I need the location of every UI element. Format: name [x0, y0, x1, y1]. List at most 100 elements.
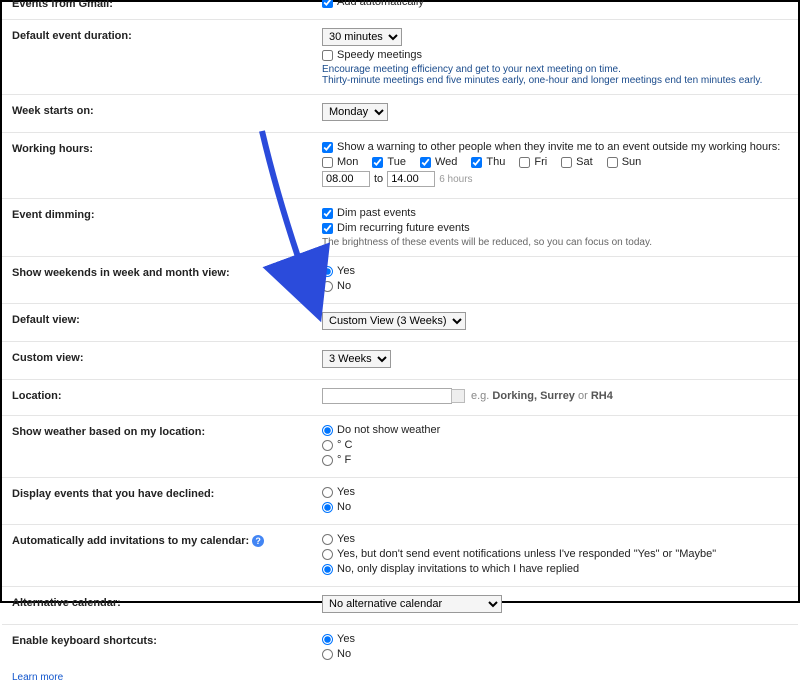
row-week-starts: Week starts on: Monday: [2, 95, 798, 133]
row-default-view: Default view: Custom View (3 Weeks): [2, 304, 798, 342]
note-speedy2: Thirty-minute meetings end five minutes …: [322, 75, 788, 86]
txt-day-tue: Tue: [387, 156, 406, 168]
txt-invite-yes-no-notif: Yes, but don't send event notifications …: [337, 548, 716, 560]
day-checkbox-fri: Fri: [519, 156, 547, 168]
radio-declined-yes[interactable]: [322, 487, 333, 498]
txt-weather-c: ° C: [337, 439, 352, 451]
row-custom-view: Custom view: 3 Weeks: [2, 342, 798, 380]
checkbox-day-fri[interactable]: [519, 157, 530, 168]
label-week-starts: Week starts on:: [12, 103, 322, 117]
label-shortcuts: Enable keyboard shortcuts:: [12, 633, 322, 647]
row-events-gmail: Events from Gmail: Add automatically: [2, 0, 798, 20]
row-working-hours: Working hours: Show a warning to other p…: [2, 133, 798, 199]
txt-weather-f: ° F: [337, 454, 351, 466]
checkbox-day-sun[interactable]: [607, 157, 618, 168]
txt-day-fri: Fri: [534, 156, 547, 168]
input-wh-from[interactable]: [322, 171, 370, 187]
label-show-weekends: Show weekends in week and month view:: [12, 265, 322, 279]
txt-invite-no: No, only display invitations to which I …: [337, 563, 579, 575]
radio-invite-yes-no-notif[interactable]: [322, 549, 333, 560]
txt-weekends-yes: Yes: [337, 265, 355, 277]
txt-day-thu: Thu: [486, 156, 505, 168]
row-auto-invites: Automatically add invitations to my cale…: [2, 525, 798, 587]
day-checkbox-mon: Mon: [322, 156, 358, 168]
label-default-duration: Default event duration:: [12, 28, 322, 42]
day-checkbox-thu: Thu: [471, 156, 505, 168]
label-weather: Show weather based on my location:: [12, 424, 322, 438]
label-events-gmail: Events from Gmail:: [12, 0, 322, 10]
learn-more-link[interactable]: Learn more: [2, 672, 63, 683]
txt-declined-yes: Yes: [337, 486, 355, 498]
txt-day-mon: Mon: [337, 156, 358, 168]
checkbox-dim-recurring[interactable]: [322, 223, 333, 234]
input-wh-until[interactable]: [387, 171, 435, 187]
day-checkbox-sun: Sun: [607, 156, 642, 168]
txt-shortcuts-yes: Yes: [337, 633, 355, 645]
label-declined: Display events that you have declined:: [12, 486, 322, 500]
checkbox-dim-past[interactable]: [322, 208, 333, 219]
help-icon[interactable]: ?: [252, 535, 264, 547]
label-location: Location:: [12, 388, 322, 402]
row-show-weekends: Show weekends in week and month view: Ye…: [2, 257, 798, 304]
checkbox-speedy[interactable]: [322, 50, 333, 61]
loc-hint: e.g. Dorking, Surrey or RH4: [471, 390, 613, 402]
txt-shortcuts-no: No: [337, 648, 351, 660]
radio-declined-no[interactable]: [322, 502, 333, 513]
row-shortcuts: Enable keyboard shortcuts: Yes No: [2, 625, 798, 671]
label-auto-invites: Automatically add invitations to my cale…: [12, 533, 322, 547]
row-location: Location: e.g. Dorking, Surrey or RH4: [2, 380, 798, 416]
checkbox-day-thu[interactable]: [471, 157, 482, 168]
txt-day-wed: Wed: [435, 156, 457, 168]
txt-weekends-no: No: [337, 280, 351, 292]
note-speedy1: Encourage meeting efficiency and get to …: [322, 64, 788, 75]
radio-weekends-no[interactable]: [322, 281, 333, 292]
radio-shortcuts-yes[interactable]: [322, 634, 333, 645]
location-picker-icon[interactable]: [451, 389, 465, 403]
select-default-view[interactable]: Custom View (3 Weeks): [322, 312, 466, 330]
radio-weather-c[interactable]: [322, 440, 333, 451]
txt-speedy: Speedy meetings: [337, 49, 422, 61]
radio-invite-yes[interactable]: [322, 534, 333, 545]
txt-day-sun: Sun: [622, 156, 642, 168]
radio-weather-none[interactable]: [322, 425, 333, 436]
checkbox-day-tue[interactable]: [372, 157, 383, 168]
row-event-dimming: Event dimming: Dim past events Dim recur…: [2, 199, 798, 257]
txt-invite-yes: Yes: [337, 533, 355, 545]
txt-day-sat: Sat: [576, 156, 593, 168]
label-default-view: Default view:: [12, 312, 322, 326]
radio-shortcuts-no[interactable]: [322, 649, 333, 660]
txt-to: to: [374, 173, 383, 185]
label-alt-calendar: Alternative calendar:: [12, 595, 322, 609]
day-checkbox-tue: Tue: [372, 156, 406, 168]
select-default-duration[interactable]: 30 minutes: [322, 28, 402, 46]
txt-declined-no: No: [337, 501, 351, 513]
row-declined: Display events that you have declined: Y…: [2, 478, 798, 525]
txt-add-auto: Add automatically: [337, 0, 424, 8]
note-dim: The brightness of these events will be r…: [322, 237, 788, 248]
txt-wh-warning: Show a warning to other people when they…: [337, 141, 780, 153]
checkbox-wh-warning[interactable]: [322, 142, 333, 153]
txt-weather-none: Do not show weather: [337, 424, 440, 436]
day-checkbox-wed: Wed: [420, 156, 457, 168]
row-default-duration: Default event duration: 30 minutes Speed…: [2, 20, 798, 95]
select-week-starts[interactable]: Monday: [322, 103, 388, 121]
txt-dim-recurring: Dim recurring future events: [337, 222, 470, 234]
checkbox-day-mon[interactable]: [322, 157, 333, 168]
label-custom-view: Custom view:: [12, 350, 322, 364]
input-location[interactable]: [322, 388, 452, 404]
row-weather: Show weather based on my location: Do no…: [2, 416, 798, 478]
radio-invite-no[interactable]: [322, 564, 333, 575]
select-custom-view[interactable]: 3 Weeks: [322, 350, 391, 368]
checkbox-day-sat[interactable]: [561, 157, 572, 168]
label-working-hours: Working hours:: [12, 141, 322, 155]
label-event-dimming: Event dimming:: [12, 207, 322, 221]
radio-weekends-yes[interactable]: [322, 266, 333, 277]
checkbox-add-auto[interactable]: [322, 0, 333, 8]
radio-weather-f[interactable]: [322, 455, 333, 466]
checkbox-day-wed[interactable]: [420, 157, 431, 168]
day-checkbox-sat: Sat: [561, 156, 593, 168]
txt-wh-hint: 6 hours: [439, 174, 472, 185]
txt-dim-past: Dim past events: [337, 207, 416, 219]
row-alt-calendar: Alternative calendar: No alternative cal…: [2, 587, 798, 625]
select-alt-calendar[interactable]: No alternative calendar: [322, 595, 502, 613]
